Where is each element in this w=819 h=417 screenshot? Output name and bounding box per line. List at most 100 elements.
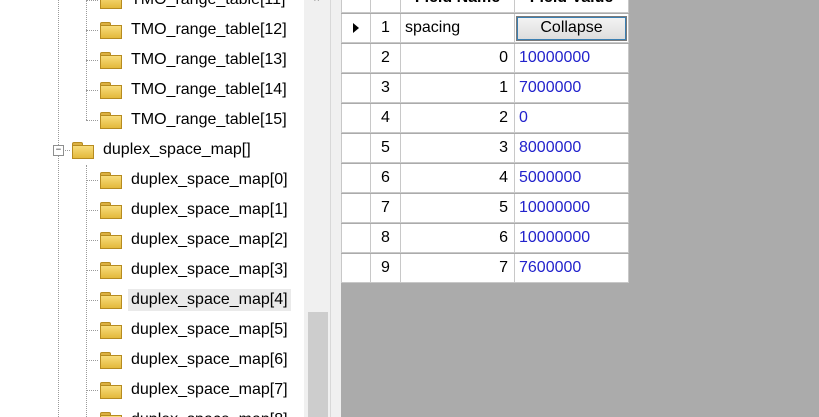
tree-view[interactable]: TMO_range_table[11] TMO_range_table[12] TM… — [0, 0, 304, 417]
tree-connector — [86, 0, 98, 1]
field-value-text: 5000000 — [519, 169, 582, 186]
folder-icon — [100, 82, 122, 99]
tree-line-root — [58, 0, 59, 417]
tree-item-label: duplex_space_map[8] — [128, 409, 291, 417]
tree-connector — [86, 90, 98, 91]
field-name-cell[interactable]: 5 — [401, 194, 515, 223]
field-value-cell[interactable]: 7600000 — [515, 254, 629, 283]
tree-item-label: duplex_space_map[5] — [131, 321, 288, 338]
field-value-cell[interactable]: 8000000 — [515, 134, 629, 163]
tree-connector — [86, 300, 98, 301]
folder-icon — [100, 352, 122, 369]
scroll-up-arrow-icon[interactable]: ⌃ — [312, 0, 321, 9]
header-field-name[interactable]: Field Name — [401, 0, 515, 13]
field-value-text: 8000000 — [519, 139, 582, 156]
row-selector[interactable] — [341, 74, 371, 103]
row-index: 5 — [371, 134, 401, 163]
tree-connector — [86, 240, 98, 241]
row-selector[interactable] — [341, 254, 371, 283]
tree-item[interactable]: duplex_space_map[8] — [100, 406, 291, 417]
field-name-cell[interactable]: 7 — [401, 254, 515, 283]
tree-item[interactable]: TMO_range_table[15] — [100, 106, 290, 134]
row-index: 1 — [371, 14, 401, 43]
folder-icon — [100, 0, 122, 9]
tree-connector — [86, 360, 98, 361]
folder-icon — [100, 22, 122, 39]
row-index: 6 — [371, 164, 401, 193]
scroll-thumb[interactable] — [308, 312, 328, 417]
tree-item[interactable]: TMO_range_table[12] — [100, 16, 290, 44]
field-name-cell[interactable]: 6 — [401, 224, 515, 253]
field-value-cell[interactable]: 10000000 — [515, 194, 629, 223]
row-selector[interactable] — [341, 14, 371, 43]
row-index: 7 — [371, 194, 401, 223]
tree-item[interactable]: duplex_space_map[1] — [100, 196, 291, 224]
folder-icon — [100, 292, 122, 309]
tree-item[interactable]: TMO_range_table[13] — [100, 46, 290, 74]
tree-item[interactable]: duplex_space_map[5] — [100, 316, 291, 344]
tree-item[interactable]: TMO_range_table[11] — [100, 0, 288, 14]
row-index: 3 — [371, 74, 401, 103]
tree-item-label: duplex_space_map[4] — [128, 289, 291, 311]
field-grid-panel: Field Name Field Value 1spacingCollapse2… — [341, 0, 819, 417]
tree-item-label: TMO_range_table[13] — [131, 51, 287, 68]
tree-connector — [86, 210, 98, 211]
folder-icon — [72, 142, 94, 159]
folder-icon — [100, 412, 122, 417]
field-value-text: 10000000 — [519, 199, 591, 216]
folder-icon — [100, 232, 122, 249]
tree-item[interactable]: duplex_space_map[4] — [100, 286, 291, 314]
field-value-text: 10000000 — [519, 229, 591, 246]
field-name-cell[interactable]: 0 — [401, 44, 515, 73]
tree-item[interactable]: TMO_range_table[14] — [100, 76, 290, 104]
tree-item[interactable]: duplex_space_map[6] — [100, 346, 291, 374]
tree-item[interactable]: duplex_space_map[3] — [100, 256, 291, 284]
row-index: 4 — [371, 104, 401, 133]
row-selector[interactable] — [341, 104, 371, 133]
tree-connector — [86, 270, 98, 271]
tree-item-label: duplex_space_map[0] — [131, 171, 288, 188]
tree-item[interactable]: duplex_space_map[] — [72, 136, 254, 164]
folder-icon — [100, 112, 122, 129]
field-value-cell[interactable]: 7000000 — [515, 74, 629, 103]
collapse-node-icon[interactable]: − — [53, 145, 64, 156]
field-name-cell[interactable]: 4 — [401, 164, 515, 193]
header-field-value[interactable]: Field Value — [515, 0, 629, 13]
field-value-cell[interactable]: 5000000 — [515, 164, 629, 193]
row-index: 8 — [371, 224, 401, 253]
folder-icon — [100, 322, 122, 339]
row-selector[interactable] — [341, 194, 371, 223]
field-name-cell[interactable]: 3 — [401, 134, 515, 163]
tree-connector — [86, 30, 98, 31]
field-name-cell[interactable]: spacing — [401, 14, 515, 43]
field-value-cell[interactable]: Collapse — [515, 14, 629, 43]
field-name-cell[interactable]: 2 — [401, 104, 515, 133]
field-name-cell[interactable]: 1 — [401, 74, 515, 103]
field-value-cell[interactable]: 10000000 — [515, 44, 629, 73]
grid-corner-cell[interactable] — [341, 0, 371, 13]
row-selector[interactable] — [341, 224, 371, 253]
folder-icon — [100, 202, 122, 219]
tree-item-label: duplex_space_map[6] — [131, 351, 288, 368]
tree-item-label: duplex_space_map[1] — [131, 201, 288, 218]
tree-item[interactable]: duplex_space_map[2] — [100, 226, 291, 254]
field-value-cell[interactable]: 0 — [515, 104, 629, 133]
folder-icon — [100, 172, 122, 189]
tree-connector — [86, 120, 98, 121]
tree-scrollbar[interactable]: ⌃ — [304, 0, 330, 417]
tree-item[interactable]: duplex_space_map[0] — [100, 166, 291, 194]
field-value-text: 7600000 — [519, 259, 582, 276]
tree-item-label: duplex_space_map[2] — [131, 231, 288, 248]
grid-index-header — [371, 0, 401, 13]
row-selector[interactable] — [341, 44, 371, 73]
tree-connector — [86, 390, 98, 391]
row-selector[interactable] — [341, 164, 371, 193]
tree-item[interactable]: duplex_space_map[7] — [100, 376, 291, 404]
field-value-cell[interactable]: 10000000 — [515, 224, 629, 253]
field-value-text: 7000000 — [519, 79, 582, 96]
tree-connector — [86, 60, 98, 61]
row-index: 2 — [371, 44, 401, 73]
row-selector[interactable] — [341, 134, 371, 163]
tree-line-duplex — [86, 165, 87, 417]
collapse-button[interactable]: Collapse — [516, 15, 627, 41]
